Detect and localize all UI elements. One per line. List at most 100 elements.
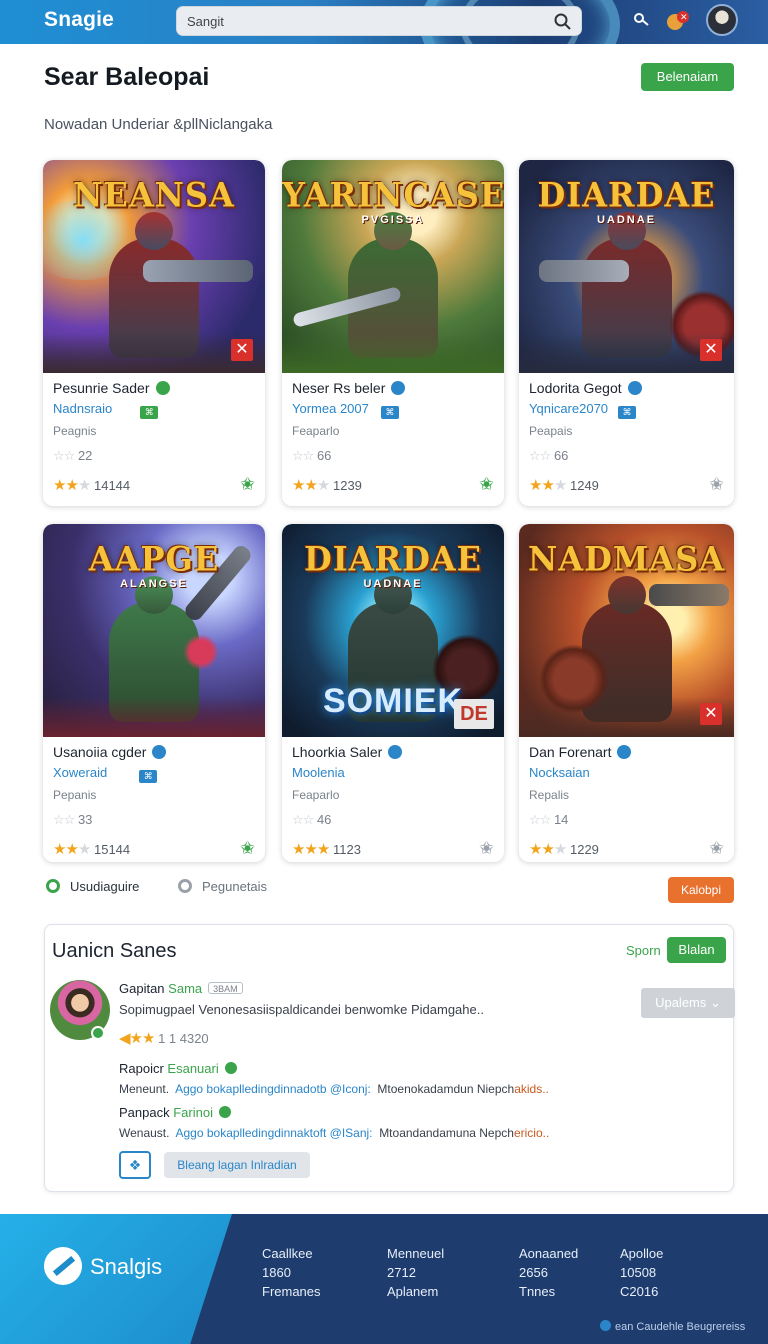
game-cover-image[interactable]: DIARDAE UADNAE ✕ (519, 160, 734, 373)
game-tag[interactable]: Nocksaian (529, 765, 590, 780)
game-cover-subtitle: ALANGSE (120, 578, 188, 590)
notification-icon[interactable]: ✕ (665, 9, 689, 33)
footer-link[interactable]: Fremanes (262, 1282, 321, 1301)
reviews-action-button[interactable]: Blalan (667, 937, 726, 963)
filter-action-button[interactable]: Kalobpi (668, 877, 734, 903)
header-action-button[interactable]: Belenaiam (641, 63, 734, 91)
user-avatar[interactable] (706, 4, 738, 36)
svg-text:✕: ✕ (680, 13, 688, 23)
filter-option-second[interactable]: Pegunetais (178, 879, 267, 894)
game-card[interactable]: DIARDAE UADNAE SOMIEK DE Lhoorkia Saler … (282, 524, 504, 862)
game-card[interactable]: DIARDAE UADNAE ✕ Lodorita Gegot Yqnicare… (519, 160, 734, 506)
radio-selected-icon[interactable] (46, 879, 60, 893)
close-icon[interactable]: ✕ (700, 339, 722, 361)
radio-icon[interactable] (178, 879, 192, 893)
star-rating-icon: ★★★ (529, 477, 567, 494)
game-cover-image[interactable]: DIARDAE UADNAE SOMIEK DE (282, 524, 504, 737)
game-tag[interactable]: Nadnsraio ⌘ (53, 401, 159, 419)
filter-option-first[interactable]: Usudiaguire (46, 879, 139, 894)
game-tag[interactable]: Yqnicare2070 ⌘ (529, 401, 637, 419)
game-card[interactable]: NADMASA ✕ Dan Forenart Nocksaian Repalis… (519, 524, 734, 862)
game-cover-title: NEANSA (73, 175, 235, 215)
empty-stars-icon: ☆☆ (529, 812, 551, 827)
game-category: Pepanis (53, 788, 97, 802)
game-cover-title: AAPGE (88, 539, 220, 579)
footer-link[interactable]: Aonaaned (519, 1244, 578, 1263)
copyright-icon (600, 1320, 611, 1331)
footer-link[interactable]: C2016 (620, 1282, 663, 1301)
footer-credit: ean Caudehle Beugrereiss (600, 1320, 745, 1333)
game-title[interactable]: Usanoiia cgder (53, 744, 167, 760)
game-card[interactable]: NEANSA ✕ Pesunrie Sader Nadnsraio ⌘ Peagn… (43, 160, 265, 506)
favorite-star-icon[interactable]: ✬ (479, 838, 494, 859)
reply-author[interactable]: Panpack Farinoi (119, 1105, 231, 1120)
footer-brand[interactable]: Snalgis (90, 1254, 162, 1280)
brand-logo[interactable]: Snagie (44, 8, 114, 32)
footer-stat: 10508 (620, 1265, 657, 1280)
game-category: Peagnis (53, 424, 97, 438)
search-bar[interactable] (176, 6, 582, 36)
empty-stars-icon: ☆☆ (53, 812, 75, 827)
top-bar: Snagie ✕ (0, 0, 768, 44)
game-title[interactable]: Dan Forenart (529, 744, 632, 760)
game-title[interactable]: Neser Rs beler (292, 380, 406, 396)
game-title[interactable]: Pesunrie Sader (53, 380, 170, 396)
game-cover-subtitle: UADNAE (596, 214, 657, 226)
game-title[interactable]: Lodorita Gegot (529, 380, 642, 396)
favorite-star-icon[interactable]: ✬ (709, 838, 724, 859)
shield-icon[interactable]: ❖ (119, 1151, 151, 1179)
game-card[interactable]: AAPGE ALANGSE Usanoiia cgder Xoweraid ⌘ P… (43, 524, 265, 862)
review-text: Sopimugpael Venonesasiispaldicandei benw… (119, 1002, 484, 1017)
reviewer-name[interactable]: Gapitan Sama 3BAM (119, 981, 243, 996)
favorite-star-icon[interactable]: ✬ (240, 838, 255, 859)
key-icon[interactable] (630, 9, 654, 33)
favorite-star-icon[interactable]: ✬ (240, 474, 255, 495)
verified-icon (388, 745, 403, 759)
game-cover-title: NADMASA (527, 539, 725, 579)
empty-stars-icon: ☆☆ (292, 812, 314, 827)
user-rating: ☆☆ 22 (53, 448, 93, 463)
star-rating-icon: ★★★ (529, 841, 567, 858)
footer-stat: 2712 (387, 1265, 416, 1280)
footer-link[interactable]: Caallkee (262, 1244, 321, 1263)
footer-link[interactable]: Tnnes (519, 1282, 578, 1301)
platform-icon: ⌘ (618, 406, 637, 419)
empty-stars-icon: ☆☆ (53, 448, 75, 463)
star-rating-icon: ★★★ (292, 841, 330, 858)
empty-stars-icon: ☆☆ (529, 448, 551, 463)
footer-logo-icon[interactable] (44, 1247, 82, 1285)
footer-link[interactable]: Menneuel (387, 1244, 444, 1263)
game-tag[interactable]: Xoweraid ⌘ (53, 765, 158, 783)
close-icon[interactable]: ✕ (700, 703, 722, 725)
close-icon[interactable]: ✕ (231, 339, 253, 361)
game-cover-image[interactable]: NADMASA ✕ (519, 524, 734, 737)
user-rating: ☆☆ 66 (292, 448, 332, 463)
game-tag[interactable]: Moolenia (292, 765, 345, 780)
reviews-link[interactable]: Sporn (626, 943, 661, 958)
game-tag[interactable]: Yormea 2007 ⌘ (292, 401, 399, 419)
game-cover-image[interactable]: NEANSA ✕ (43, 160, 265, 373)
game-cover-image[interactable]: YARINCASE PVGISSA (282, 160, 504, 373)
star-rating-icon: ★★★ (53, 841, 91, 858)
reply-author[interactable]: Rapoicr Esanuari (119, 1061, 237, 1076)
rating-summary: ★★★ 1123 (292, 841, 361, 858)
reviews-panel: Uanicn Sanes Sporn Blalan Gapitan Sama 3B… (44, 924, 735, 1192)
game-title[interactable]: Lhoorkia Saler (292, 744, 403, 760)
footer-link[interactable]: Apolloe (620, 1244, 663, 1263)
star-rating-icon: ★★★ (53, 477, 91, 494)
rating-summary: ★★★ 15144 (53, 841, 131, 858)
game-card[interactable]: YARINCASE PVGISSA Neser Rs beler Yormea … (282, 160, 504, 506)
review-rating: ◀★★ 1 1 4320 (119, 1030, 209, 1047)
footer-link[interactable]: Aplanem (387, 1282, 444, 1301)
reviews-title: Uanicn Sanes (52, 940, 177, 962)
game-cover-title: YARINCASE (282, 175, 504, 215)
verified-icon (391, 381, 406, 395)
load-more-button[interactable]: Bleang lagan Inlradian (164, 1152, 310, 1178)
game-cover-image[interactable]: AAPGE ALANGSE (43, 524, 265, 737)
update-dropdown-button[interactable]: Upalems ⌄ (641, 988, 735, 1018)
search-input[interactable] (187, 12, 547, 30)
favorite-star-icon[interactable]: ✬ (709, 474, 724, 495)
search-icon[interactable] (553, 12, 573, 32)
favorite-star-icon[interactable]: ✬ (479, 474, 494, 495)
user-rating: ☆☆ 33 (53, 812, 93, 827)
